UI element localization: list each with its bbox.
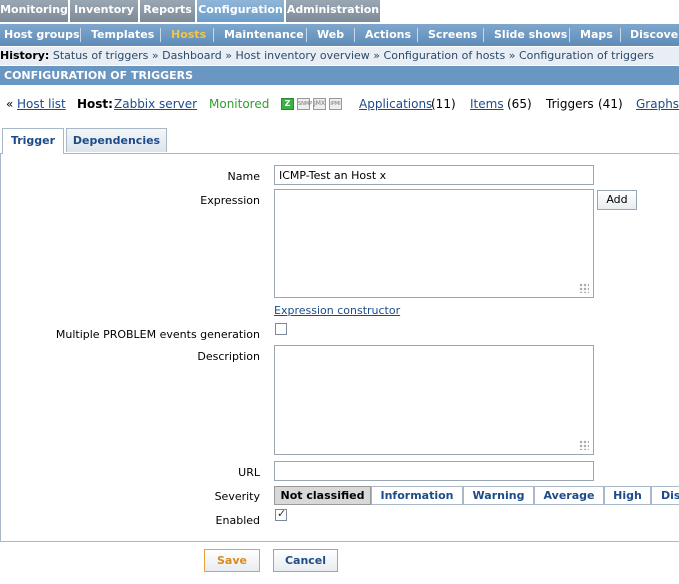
severity-average[interactable]: Average [534,486,604,505]
multiple-events-checkbox[interactable] [275,323,287,335]
expression-textarea[interactable] [274,189,594,298]
severity-information[interactable]: Information [371,486,463,505]
tab-dependencies[interactable]: Dependencies [66,128,167,152]
tab-inventory[interactable]: Inventory [70,0,139,22]
subnav-discovery[interactable]: Discover [630,24,679,46]
add-expression-button[interactable]: Add [597,190,637,210]
resize-grip-icon[interactable] [579,440,589,450]
triggers-count: (41) [598,97,623,111]
tab-monitoring[interactable]: Monitoring [0,0,69,22]
enabled-checkbox[interactable] [275,507,287,521]
form-footer-divider [0,541,679,542]
items-link[interactable]: Items [470,93,504,115]
subnav-separator [354,28,355,42]
history-separator: » [225,49,233,62]
history-item[interactable]: Configuration of triggers [519,49,654,62]
trigger-form: Name Expression Add Expression construct… [0,153,679,541]
tab-trigger[interactable]: Trigger [2,128,64,154]
subnav-separator [569,28,570,42]
subnav-separator [213,28,214,42]
history-item[interactable]: Configuration of hosts [384,49,506,62]
host-list-link[interactable]: Host list [17,93,66,115]
tab-reports[interactable]: Reports [140,0,196,22]
expression-label: Expression [200,194,260,207]
subnav-templates[interactable]: Templates [91,24,154,46]
jmx-icon: JMX [313,98,326,110]
enabled-label: Enabled [215,514,260,527]
zabbix-agent-icon: Z [281,98,294,110]
form-tabs: Trigger Dependencies [0,127,679,154]
graphs-link[interactable]: Graphs [636,93,679,115]
severity-not-classified[interactable]: Not classified [274,486,371,505]
subnav-maintenance[interactable]: Maintenance [224,24,304,46]
host-bar: « Host list Host: Zabbix server Monitore… [0,93,679,115]
subnav-separator [160,28,161,42]
subnav-separator [483,28,484,42]
history-separator: » [373,49,381,62]
description-label: Description [197,350,260,363]
back-chevron: « [6,97,14,111]
history-item[interactable]: Status of triggers [53,49,149,62]
triggers-label: Triggers [546,97,594,111]
host-name-link[interactable]: Zabbix server [114,93,197,115]
applications-link[interactable]: Applications [359,93,432,115]
expression-constructor-link[interactable]: Expression constructor [274,304,400,317]
history-label: History: [0,49,50,62]
history-separator: » [151,49,159,62]
history-separator: » [508,49,516,62]
history-item[interactable]: Dashboard [162,49,222,62]
subnav-separator [80,28,81,42]
severity-label: Severity [214,490,260,503]
severity-high[interactable]: High [604,486,651,505]
host-status: Monitored [209,97,270,111]
name-input[interactable] [274,165,594,185]
subnav-maps[interactable]: Maps [580,24,613,46]
host-label: Host: [77,97,113,111]
sub-nav: Host groups Templates Hosts Maintenance … [0,24,679,46]
page-title: CONFIGURATION OF TRIGGERS [0,66,679,85]
multiple-events-label: Multiple PROBLEM events generation [55,328,260,341]
history-breadcrumb: History: Status of triggers » Dashboard … [0,47,679,65]
tab-administration[interactable]: Administration [286,0,381,22]
save-button[interactable]: Save [204,549,260,572]
ipmi-icon: IPMI [329,98,342,110]
subnav-separator [620,28,621,42]
url-label: URL [238,466,260,479]
subnav-actions[interactable]: Actions [365,24,411,46]
severity-warning[interactable]: Warning [463,486,534,505]
subnav-host-groups[interactable]: Host groups [4,24,80,46]
applications-count: (11) [431,97,456,111]
subnav-hosts[interactable]: Hosts [171,24,206,46]
name-label: Name [227,170,260,183]
subnav-screens[interactable]: Screens [428,24,477,46]
description-textarea[interactable] [274,345,594,455]
history-item[interactable]: Host inventory overview [236,49,370,62]
tab-configuration[interactable]: Configuration [197,0,285,22]
resize-grip-icon[interactable] [579,283,589,293]
subnav-slide-shows[interactable]: Slide shows [494,24,567,46]
subnav-web[interactable]: Web [317,24,344,46]
cancel-button[interactable]: Cancel [273,549,338,572]
main-tabs: Monitoring Inventory Reports Configurati… [0,0,679,22]
subnav-separator [417,28,418,42]
subnav-separator [306,28,307,42]
items-count: (65) [507,97,532,111]
snmp-icon: SNMP [297,98,312,110]
url-input[interactable] [274,461,594,481]
severity-disaster[interactable]: Dis [651,486,679,505]
